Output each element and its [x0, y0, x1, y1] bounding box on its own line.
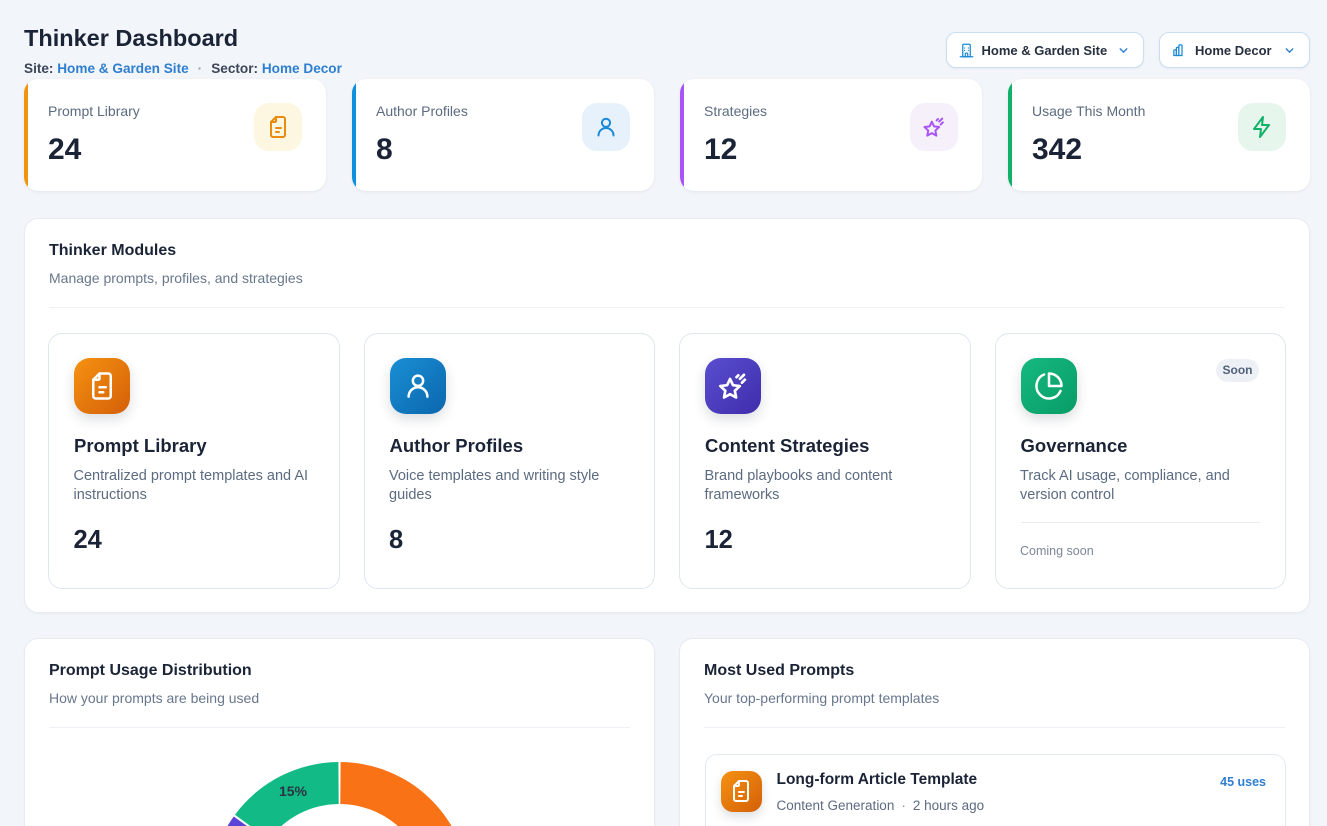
svg-text:15%: 15%: [279, 783, 308, 799]
